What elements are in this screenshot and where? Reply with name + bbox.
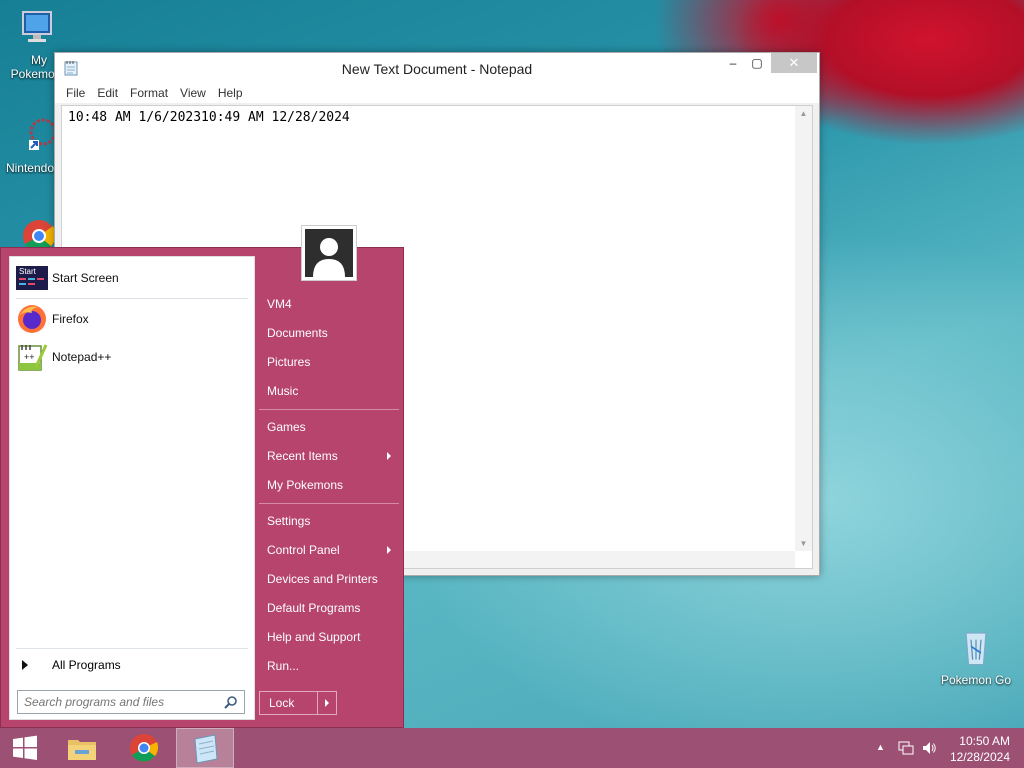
computer-icon <box>22 11 52 42</box>
clock-date: 12/28/2024 <box>949 750 1010 764</box>
notepad-titlebar[interactable]: New Text Document - Notepad ‒ ▢ ✕ <box>55 53 819 83</box>
pinned-notepad-plus-plus[interactable]: ++ Notepad++ <box>16 341 250 373</box>
desktop-icon-label: Nintendo <box>5 161 55 175</box>
scroll-down-arrow-icon[interactable]: ▼ <box>795 539 812 548</box>
vertical-scrollbar[interactable]: ▲ ▼ <box>795 106 812 551</box>
network-icon[interactable] <box>898 740 914 756</box>
chrome-icon <box>23 220 56 252</box>
start-screen-icon: Start <box>16 266 48 290</box>
start-item-help-and-support[interactable]: Help and Support <box>259 624 399 650</box>
notepad-plus-plus-icon: ++ <box>18 344 48 371</box>
chrome-icon <box>130 734 159 762</box>
start-menu-divider <box>16 648 248 649</box>
pinned-firefox[interactable]: Firefox <box>16 303 250 335</box>
show-hidden-icons[interactable]: ▲ <box>876 742 885 752</box>
search-icon[interactable] <box>224 695 238 709</box>
pinned-label: Notepad++ <box>52 350 112 364</box>
firefox-icon <box>18 305 46 333</box>
start-item-documents[interactable]: Documents <box>259 320 399 346</box>
start-item-label: Recent Items <box>267 449 338 463</box>
menu-help[interactable]: Help <box>212 86 249 100</box>
windows-logo-icon <box>13 735 37 760</box>
notepad-menubar: File Edit Format View Help <box>55 83 819 103</box>
pinned-start-screen[interactable]: Start Start Screen <box>16 262 250 294</box>
start-item-recent-items[interactable]: Recent Items <box>259 443 399 469</box>
start-item-pictures[interactable]: Pictures <box>259 349 399 375</box>
menu-file[interactable]: File <box>60 86 91 100</box>
taskbar-chrome[interactable] <box>116 728 172 768</box>
all-programs-button[interactable]: All Programs <box>18 655 248 675</box>
start-item-run[interactable]: Run... <box>259 653 399 679</box>
start-item-music[interactable]: Music <box>259 378 399 404</box>
user-avatar-icon <box>305 229 353 277</box>
all-programs-label: All Programs <box>52 658 121 672</box>
maximize-button[interactable]: ▢ <box>743 53 771 73</box>
search-programs-input[interactable] <box>17 690 245 714</box>
desktop-icon-label: Pokemon Go <box>940 673 1012 687</box>
power-options-arrow-icon <box>325 699 329 707</box>
start-menu-divider <box>16 298 248 299</box>
start-item-default-programs[interactable]: Default Programs <box>259 595 399 621</box>
folder-icon <box>68 740 96 760</box>
submenu-arrow-icon <box>387 452 391 460</box>
scroll-up-arrow-icon[interactable]: ▲ <box>795 109 812 118</box>
start-item-control-panel[interactable]: Control Panel <box>259 537 399 563</box>
svg-text:++: ++ <box>24 352 35 362</box>
menu-view[interactable]: View <box>174 86 212 100</box>
start-button[interactable] <box>0 728 56 768</box>
start-menu-divider <box>259 503 399 504</box>
power-options-button[interactable] <box>317 691 337 715</box>
menu-edit[interactable]: Edit <box>91 86 124 100</box>
taskbar-file-explorer[interactable] <box>56 728 112 768</box>
pinned-label: Firefox <box>52 312 89 326</box>
clock-time: 10:50 AM <box>959 734 1010 748</box>
notepad-icon <box>194 734 218 764</box>
submenu-arrow-icon <box>387 546 391 554</box>
taskbar: ▲ 10:50 AM 12/28/2024 <box>0 728 1024 768</box>
notepad-content[interactable]: 10:48 AM 1/6/202310:49 AM 12/28/2024 <box>68 110 350 125</box>
desktop-icon-pokemon-go[interactable]: Pokemon Go <box>938 628 1014 687</box>
notepad-title: New Text Document - Notepad <box>341 61 533 77</box>
start-item-settings[interactable]: Settings <box>259 508 399 534</box>
pinned-label: Start Screen <box>52 271 119 285</box>
expand-arrow-icon <box>22 660 28 670</box>
volume-icon[interactable] <box>921 740 937 756</box>
start-item-devices-and-printers[interactable]: Devices and Printers <box>259 566 399 592</box>
start-item-vm4[interactable]: VM4 <box>259 291 399 317</box>
taskbar-clock[interactable]: 10:50 AM 12/28/2024 <box>950 733 1010 765</box>
start-menu-programs-pane: Start Start Screen Firefox ++ Notepad++ <box>9 256 255 720</box>
start-screen-badge: Start <box>19 267 37 276</box>
start-item-my-pokemons[interactable]: My Pokemons <box>259 472 399 498</box>
start-menu: Start Start Screen Firefox ++ Notepad++ <box>0 225 404 728</box>
taskbar-notepad[interactable] <box>176 728 234 768</box>
start-item-label: Control Panel <box>267 543 340 557</box>
user-avatar[interactable] <box>301 225 357 281</box>
start-menu-divider <box>259 409 399 410</box>
start-item-games[interactable]: Games <box>259 414 399 440</box>
nintendo-icon <box>29 118 57 150</box>
close-button[interactable]: ✕ <box>771 53 817 73</box>
menu-format[interactable]: Format <box>124 86 174 100</box>
recycle-bin-icon <box>965 632 987 666</box>
